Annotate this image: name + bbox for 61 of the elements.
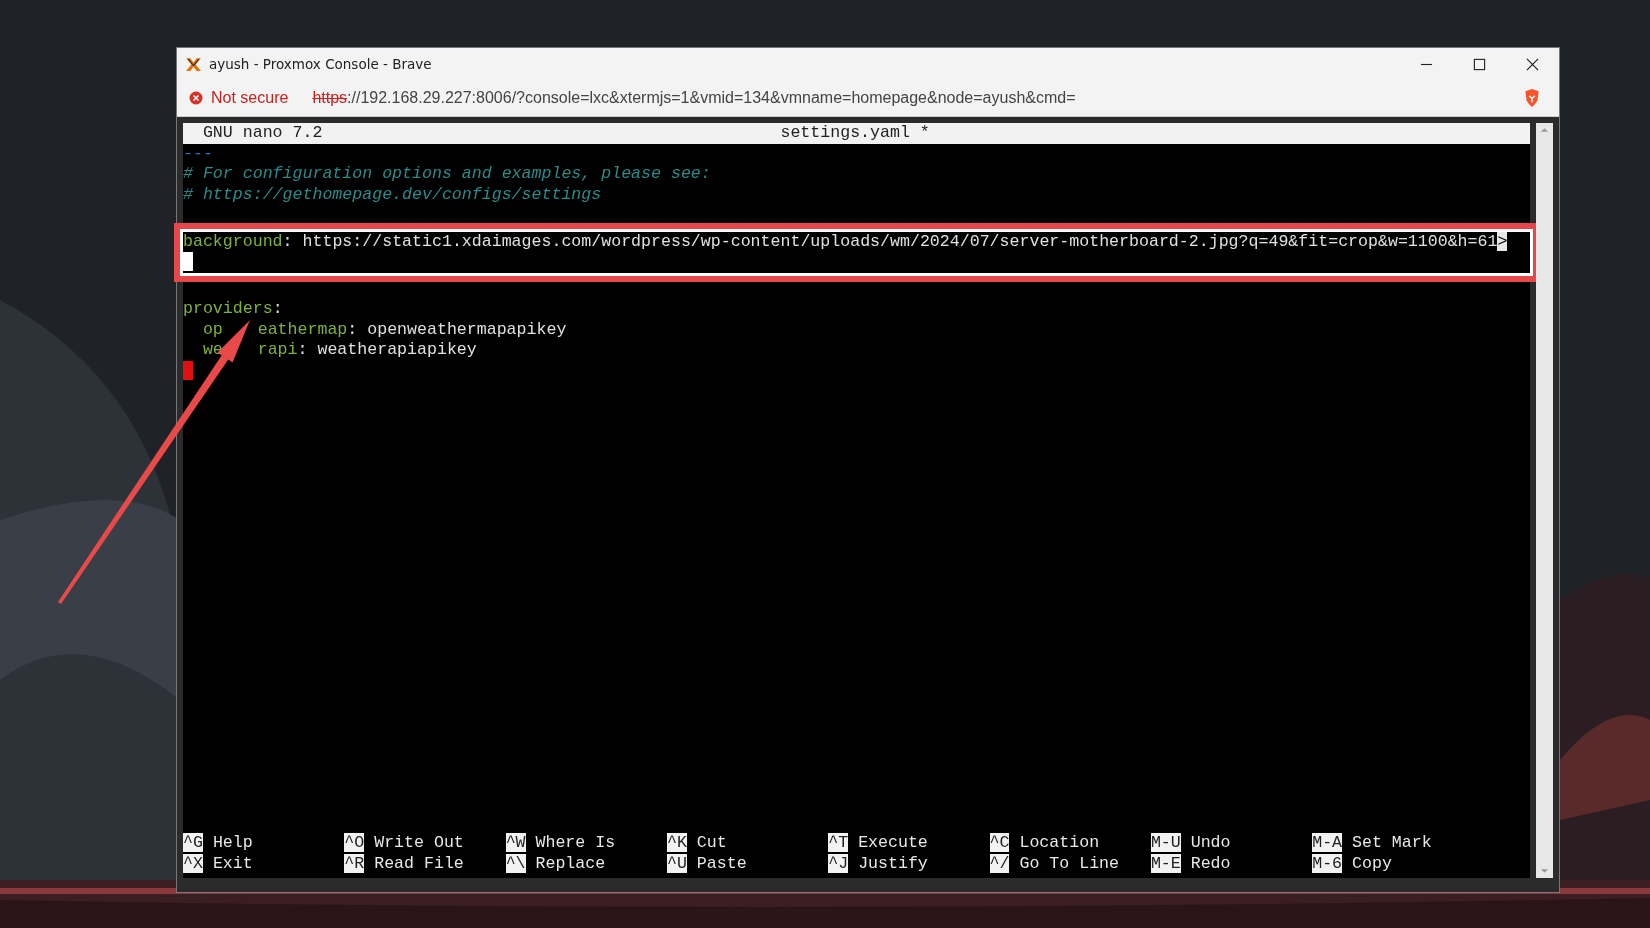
yaml-key: background (183, 231, 283, 251)
code-text: : weatherapiapikey (297, 340, 477, 359)
shortcut-label: Exit (212, 853, 253, 873)
shortcut-label: Location (1019, 833, 1100, 852)
shortcut-key: ^G (183, 833, 203, 852)
shortcut-key: ^O (344, 833, 365, 852)
shortcut-key: ^T (828, 833, 849, 852)
yaml-key: rapi (257, 340, 298, 359)
shortcut-label: Cut (696, 833, 727, 852)
shortcut-key: ^R (344, 853, 365, 873)
document-marker: --- (183, 143, 213, 163)
editor-version: GNU nano 7.2 (201, 123, 323, 144)
shortcut-label: Help (212, 833, 253, 852)
window-title: ayush - Proxmox Console - Brave (209, 56, 432, 72)
shortcut-label: Set Mark (1352, 833, 1432, 852)
maximize-icon[interactable] (1473, 57, 1486, 71)
shield-icon[interactable] (1523, 88, 1541, 108)
url-text[interactable]: https://192.168.29.227:8006/?console=lxc&xtermjs=1&vmid=134&vmname=homepage&node=ayush&cmd= (312, 89, 1076, 107)
shortcut-label: Copy (1352, 853, 1392, 873)
shortcut-label: Go To Line (1019, 853, 1120, 873)
shortcut-key: M-6 (1312, 853, 1343, 873)
shortcut-label: Execute (858, 833, 928, 852)
yaml-key: providers (183, 299, 273, 318)
security-label[interactable]: Not secure (211, 89, 289, 107)
scroll-down-icon[interactable] (1540, 868, 1549, 874)
shortcut-label: Where Is (535, 833, 616, 852)
shortcut-label: Justify (858, 853, 928, 873)
code-text: : https://static1.xdaimages.com/wordpress/wp-content/uploads/wm/2024/07/server-motherboard-2.jpg?q=49&fit=crop&w=1100&h=61 (282, 231, 1498, 251)
shortcut-label: Write Out (374, 833, 464, 852)
shortcut-key: M-U (1150, 833, 1181, 852)
close-icon[interactable] (1526, 57, 1539, 71)
code-text: : (272, 299, 283, 318)
yaml-key: op (202, 319, 223, 339)
warning-icon (189, 91, 203, 105)
file-name: settings.yaml * (780, 123, 930, 144)
code-text: : openweathermapapikey (347, 319, 567, 339)
shortcut-key: ^J (828, 853, 849, 873)
shortcut-key: ^X (183, 853, 203, 873)
code-comment: # https://gethomepage.dev/configs/settings (183, 184, 602, 204)
scrollbar[interactable] (1536, 123, 1553, 878)
shortcut-key: ^C (989, 833, 1010, 852)
app-logo-icon (185, 55, 202, 73)
text-cursor (183, 252, 193, 271)
shortcut-key: ^/ (989, 853, 1010, 873)
shortcut-label: Replace (535, 853, 606, 873)
error-cursor (183, 360, 193, 380)
shortcut-label: Undo (1190, 833, 1231, 852)
shortcut-key: ^W (505, 833, 526, 852)
shortcut-key: ^K (666, 833, 687, 852)
code-comment: # For configuration options and examples, please see: (183, 164, 711, 183)
overflow-marker: > (1497, 231, 1508, 251)
shortcut-label: Paste (696, 853, 747, 873)
scroll-up-icon[interactable] (1540, 127, 1549, 133)
shortcut-key: ^\ (505, 853, 526, 873)
shortcut-key: M-A (1312, 833, 1343, 852)
shortcut-label: Read File (374, 853, 464, 873)
yaml-key: eathermap (257, 319, 348, 339)
shortcut-key: ^U (666, 853, 687, 873)
shortcut-key: M-E (1150, 853, 1181, 873)
shortcut-label: Redo (1190, 853, 1231, 873)
yaml-key: we (202, 340, 223, 359)
